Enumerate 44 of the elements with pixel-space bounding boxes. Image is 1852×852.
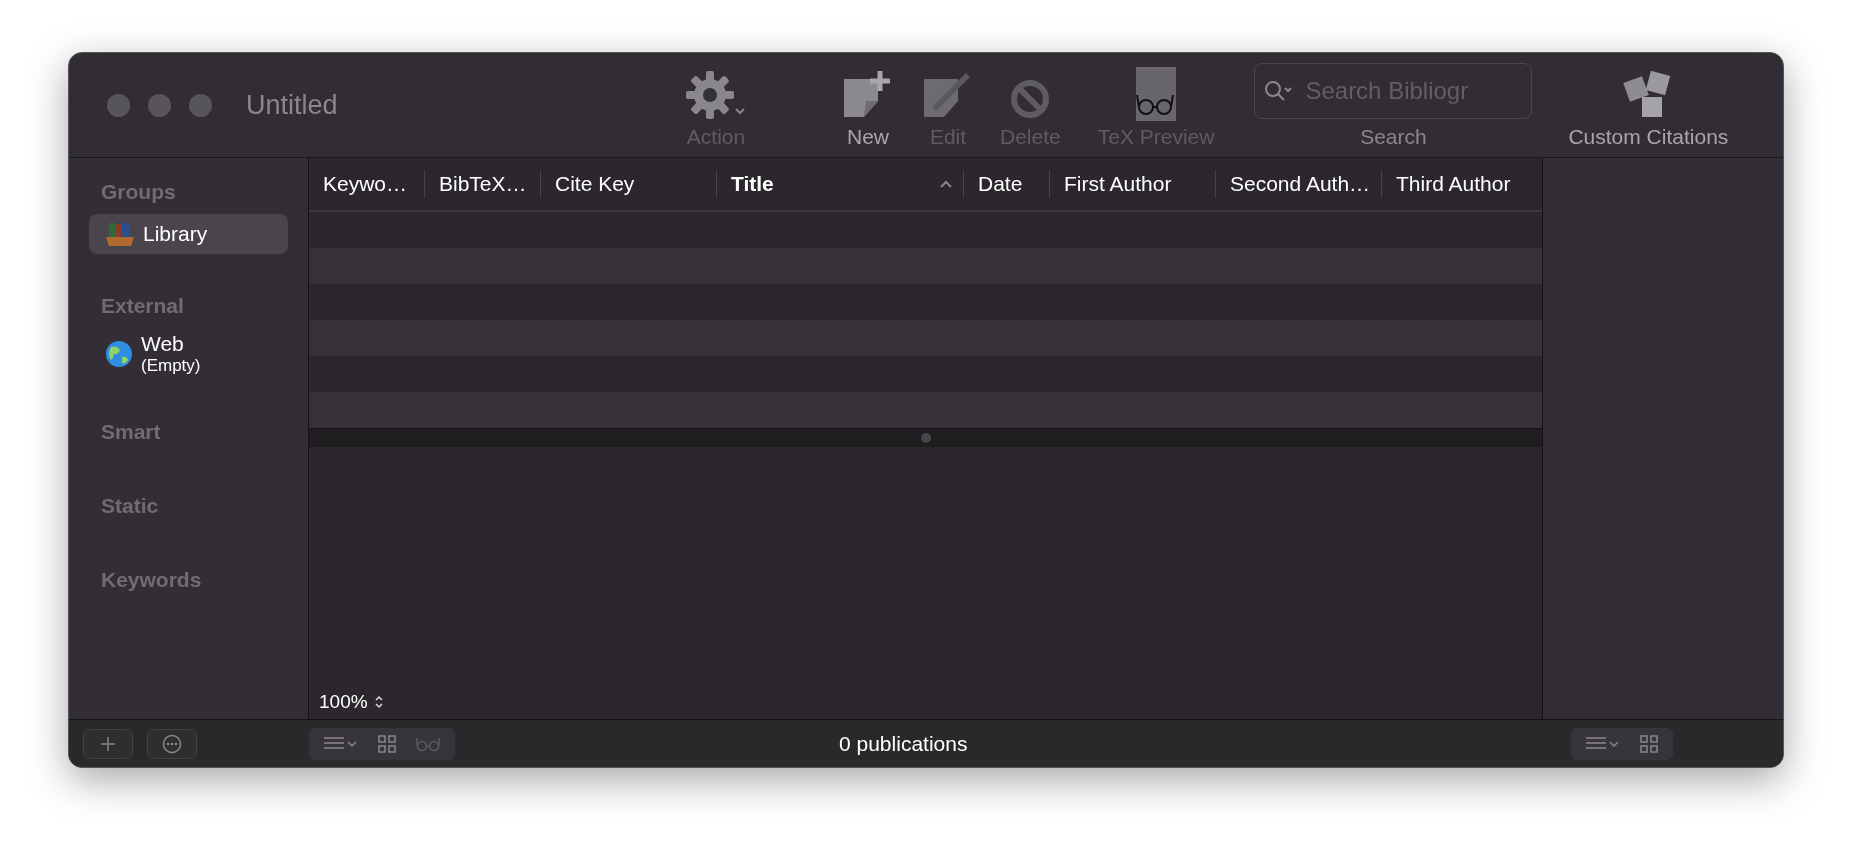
view-switcher[interactable] <box>1571 727 1673 760</box>
more-button[interactable] <box>147 728 197 759</box>
section-header: Groups <box>100 180 177 205</box>
column-header[interactable]: Third Author <box>1381 170 1542 198</box>
zoom-button[interactable] <box>189 93 212 117</box>
stepper-icon <box>373 695 384 709</box>
column-header[interactable]: BibTeX… <box>424 170 540 198</box>
section-header: Keywords <box>100 568 203 593</box>
section-header: Static <box>100 494 160 519</box>
glasses-icon <box>1134 67 1179 121</box>
zoom-control[interactable]: 100% <box>319 691 384 713</box>
new-button[interactable]: New <box>840 63 896 149</box>
custom-citations-button[interactable]: Custom Citations <box>1568 63 1729 149</box>
column-header[interactable]: Second Auth… <box>1215 170 1381 198</box>
globe-icon <box>105 340 133 368</box>
column-header[interactable]: Date <box>963 170 1049 198</box>
status-text: 0 publications <box>839 731 968 756</box>
window-title: Untitled <box>246 89 339 121</box>
search-icon <box>1264 80 1295 102</box>
column-header[interactable]: Cite Key <box>540 170 716 198</box>
sort-caret-icon <box>939 179 953 189</box>
column-header[interactable]: Title <box>716 170 963 198</box>
close-button[interactable] <box>107 93 130 117</box>
grid-view-icon <box>377 733 397 754</box>
grid-view-icon <box>1639 733 1659 754</box>
list-view-icon <box>323 735 359 752</box>
list-view-icon <box>1585 735 1621 752</box>
divider-handle[interactable] <box>920 433 931 443</box>
minimize-button[interactable] <box>148 93 171 117</box>
add-button[interactable] <box>83 728 133 759</box>
section-header: External <box>100 294 185 319</box>
books-icon <box>105 221 135 247</box>
item-detail: (Empty) <box>141 356 201 376</box>
view-switcher[interactable] <box>309 727 455 760</box>
plus-icon <box>100 735 116 752</box>
glasses-icon <box>415 735 441 752</box>
sidebar-item[interactable]: Web (Empty) <box>89 328 288 380</box>
section-header: Smart <box>100 420 162 445</box>
gear-icon <box>684 69 748 121</box>
column-header[interactable]: First Author <box>1049 170 1215 198</box>
sidebar-item[interactable]: Library <box>89 214 288 254</box>
ellipsis-icon <box>162 733 182 754</box>
search-label: Search <box>1360 125 1427 149</box>
column-header[interactable]: Keywo… <box>309 170 424 198</box>
